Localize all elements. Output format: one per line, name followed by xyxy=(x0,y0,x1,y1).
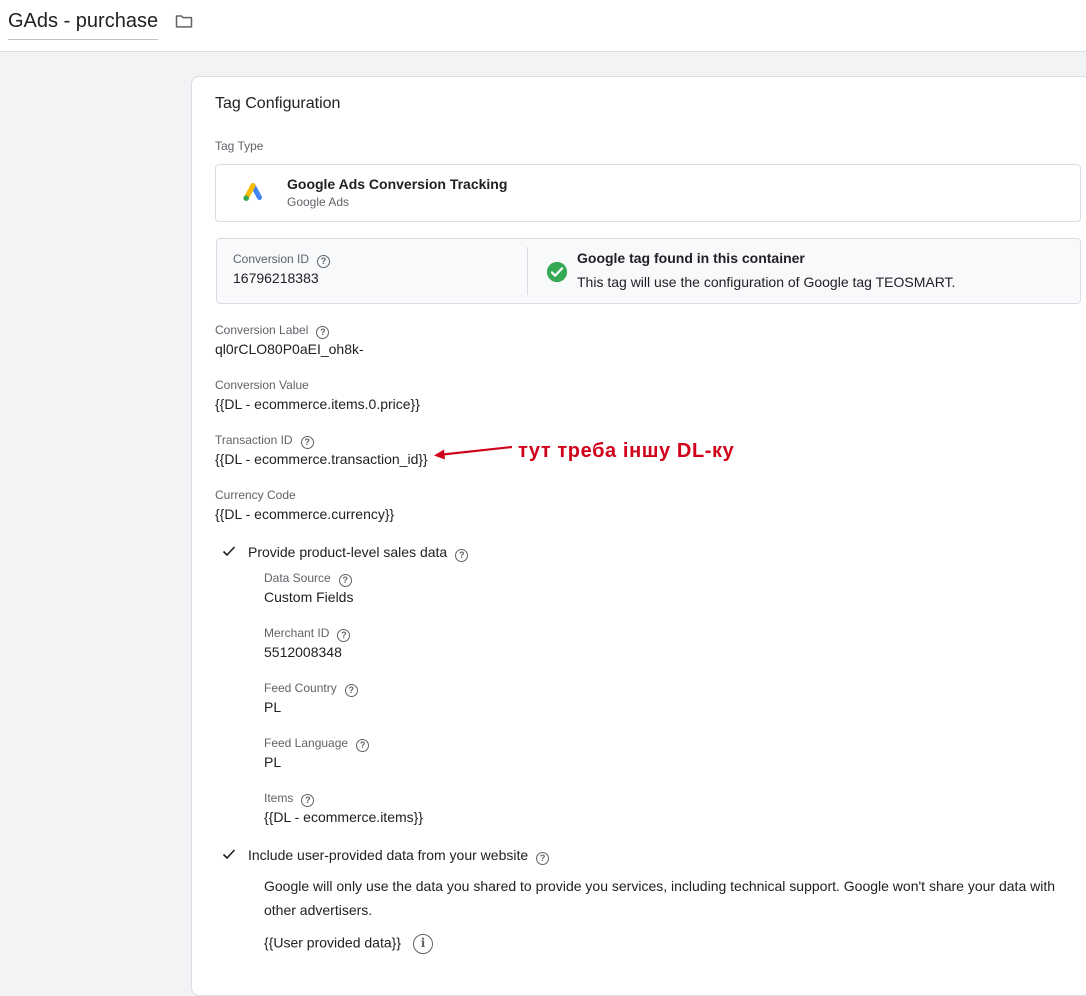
help-circle-icon[interactable]: ? xyxy=(455,549,469,562)
annotation-arrow xyxy=(434,445,513,460)
conversion-id-value: 16796218383 xyxy=(233,270,319,286)
tag-type-provider: Google Ads xyxy=(287,195,350,209)
feed-language-value: PL xyxy=(264,754,282,770)
user-provided-data-option[interactable]: Include user-provided data from your web… xyxy=(248,847,550,865)
merchant-id-label: Merchant ID? xyxy=(264,626,351,642)
google-tag-found-title: Google tag found in this container xyxy=(577,250,805,266)
currency-code-value: {{DL - ecommerce.currency}} xyxy=(215,506,395,522)
check-icon xyxy=(222,546,236,557)
help-circle-icon[interactable]: ? xyxy=(300,436,314,449)
folder-icon[interactable] xyxy=(173,11,195,31)
annotation-text: тут треба іншу DL-ку xyxy=(518,440,735,462)
help-circle-icon[interactable]: ? xyxy=(317,255,331,268)
transaction-id-value: {{DL - ecommerce.transaction_id}} xyxy=(215,451,428,467)
items-value: {{DL - ecommerce.items}} xyxy=(264,809,423,825)
conversion-id-label: Conversion ID? xyxy=(233,252,331,268)
google-tag-found-description: This tag will use the configuration of G… xyxy=(577,274,956,290)
help-circle-icon[interactable]: ? xyxy=(316,326,330,339)
tag-configuration-card: Tag Configuration Tag Type Google Ads Co… xyxy=(191,76,1086,996)
data-source-value: Custom Fields xyxy=(264,589,354,605)
user-provided-data-variable: {{User provided data}} i xyxy=(264,934,433,954)
user-data-notice-line-2: other advertisers. xyxy=(264,902,373,918)
product-level-sales-data-option[interactable]: Provide product-level sales data? xyxy=(248,544,469,562)
divider xyxy=(527,247,528,295)
conversion-id-box: Conversion ID? 16796218383 Google tag fo… xyxy=(216,238,1081,304)
conversion-label-label: Conversion Label? xyxy=(215,323,330,339)
google-ads-logo-icon xyxy=(243,183,262,201)
items-label: Items? xyxy=(264,791,315,807)
conversion-label-value: ql0rCLO80P0aEI_oh8k- xyxy=(215,341,364,357)
check-circle-icon xyxy=(546,261,568,283)
help-circle-icon[interactable]: ? xyxy=(536,852,550,865)
info-icon[interactable]: i xyxy=(413,934,433,954)
help-circle-icon[interactable]: ? xyxy=(344,684,358,697)
user-data-notice-line-1: Google will only use the data you shared… xyxy=(264,878,1056,894)
card-title: Tag Configuration xyxy=(215,95,341,112)
tag-name-field[interactable]: GAds - purchase xyxy=(8,9,159,40)
data-source-label: Data Source? xyxy=(264,571,352,587)
tag-type-selector[interactable]: Google Ads Conversion Tracking Google Ad… xyxy=(215,164,1081,222)
help-circle-icon[interactable]: ? xyxy=(338,574,352,587)
tag-type-name: Google Ads Conversion Tracking xyxy=(287,176,508,192)
help-circle-icon[interactable]: ? xyxy=(356,739,370,752)
tag-type-label: Tag Type xyxy=(215,139,264,153)
check-icon xyxy=(222,849,236,860)
feed-country-value: PL xyxy=(264,699,282,715)
currency-code-label: Currency Code xyxy=(215,488,296,502)
transaction-id-label: Transaction ID? xyxy=(215,433,314,449)
feed-country-label: Feed Country? xyxy=(264,681,358,697)
top-bar: GAds - purchase xyxy=(0,0,1086,52)
merchant-id-value: 5512008348 xyxy=(264,644,342,660)
conversion-value-value: {{DL - ecommerce.items.0.price}} xyxy=(215,396,420,412)
help-circle-icon[interactable]: ? xyxy=(337,629,351,642)
conversion-value-label: Conversion Value xyxy=(215,378,309,392)
feed-language-label: Feed Language? xyxy=(264,736,370,752)
help-circle-icon[interactable]: ? xyxy=(301,794,315,807)
